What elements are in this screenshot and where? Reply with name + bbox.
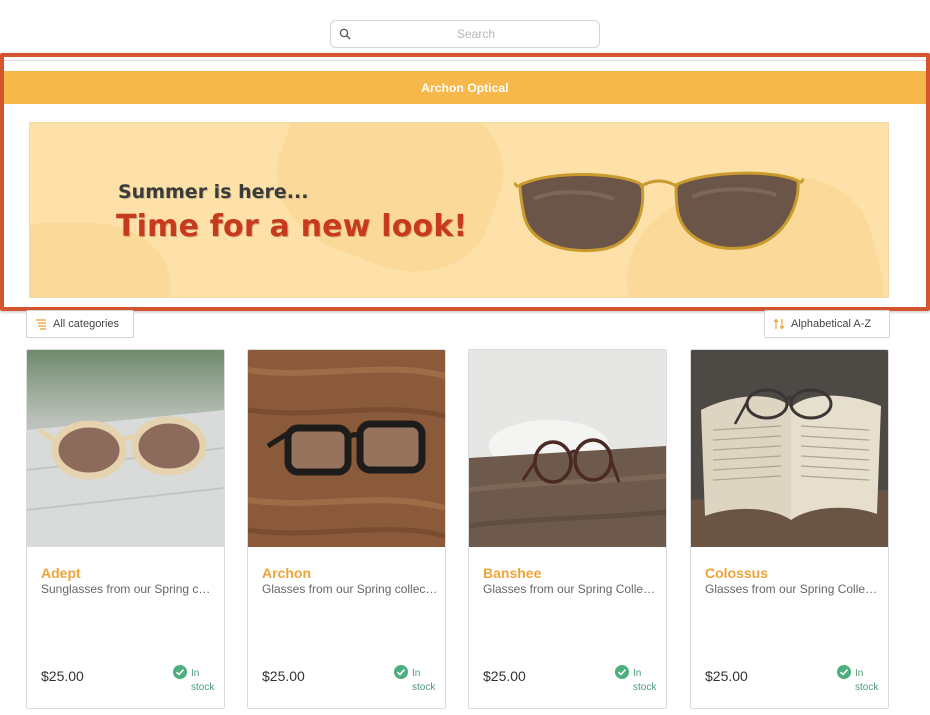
stock-label: In [633, 668, 642, 679]
banner-tagline: Time for a new look! [116, 209, 468, 244]
product-card-adept[interactable]: Adept Sunglasses from our Spring collect… [26, 349, 225, 709]
search-input[interactable] [357, 24, 595, 44]
stock-label: In [412, 668, 421, 679]
product-name: Archon [262, 565, 311, 581]
product-description: Glasses from our Spring collection [262, 582, 438, 596]
product-description: Glasses from our Spring Collection [483, 582, 659, 596]
product-price: $25.00 [262, 668, 305, 684]
stock-label: stock [633, 682, 657, 693]
product-image [248, 350, 445, 547]
stock-label: stock [855, 682, 879, 693]
check-circle-icon [173, 665, 187, 679]
product-card-colossus[interactable]: Colossus Glasses from our Spring Collect… [690, 349, 889, 709]
stock-label: In [191, 668, 200, 679]
check-circle-icon [837, 665, 851, 679]
category-filter-button[interactable]: All categories [26, 310, 134, 338]
product-image [469, 350, 666, 547]
check-circle-icon [615, 665, 629, 679]
header-bar: Archon Optical [4, 71, 926, 104]
stock-label: In [855, 668, 864, 679]
search-icon [339, 28, 351, 40]
store-title: Archon Optical [421, 80, 509, 95]
product-price: $25.00 [705, 668, 748, 684]
product-description: Sunglasses from our Spring collection [41, 582, 217, 596]
check-circle-icon [394, 665, 408, 679]
sunglasses-image [514, 171, 804, 252]
search-box[interactable] [330, 20, 600, 48]
product-price: $25.00 [41, 668, 84, 684]
banner-headline: Summer is here... [118, 181, 309, 203]
product-name: Banshee [483, 565, 542, 581]
header-divider [4, 60, 926, 61]
product-card-banshee[interactable]: Banshee Glasses from our Spring Collecti… [468, 349, 667, 709]
product-name: Colossus [705, 565, 769, 581]
product-image [27, 350, 224, 547]
promo-banner[interactable]: Summer is here... Time for a new look! [29, 122, 889, 298]
filter-list-icon [36, 319, 46, 330]
sort-arrows-icon [773, 318, 785, 330]
product-name: Adept [41, 565, 81, 581]
product-description: Glasses from our Spring Collection [705, 582, 881, 596]
sort-label: Alphabetical A-Z [791, 318, 872, 330]
sort-button[interactable]: Alphabetical A-Z [764, 310, 890, 338]
stock-label: stock [412, 682, 436, 693]
stock-label: stock [191, 682, 215, 693]
category-filter-label: All categories [53, 318, 120, 330]
product-image [691, 350, 888, 547]
product-price: $25.00 [483, 668, 526, 684]
product-card-archon[interactable]: Archon Glasses from our Spring collectio… [247, 349, 446, 709]
